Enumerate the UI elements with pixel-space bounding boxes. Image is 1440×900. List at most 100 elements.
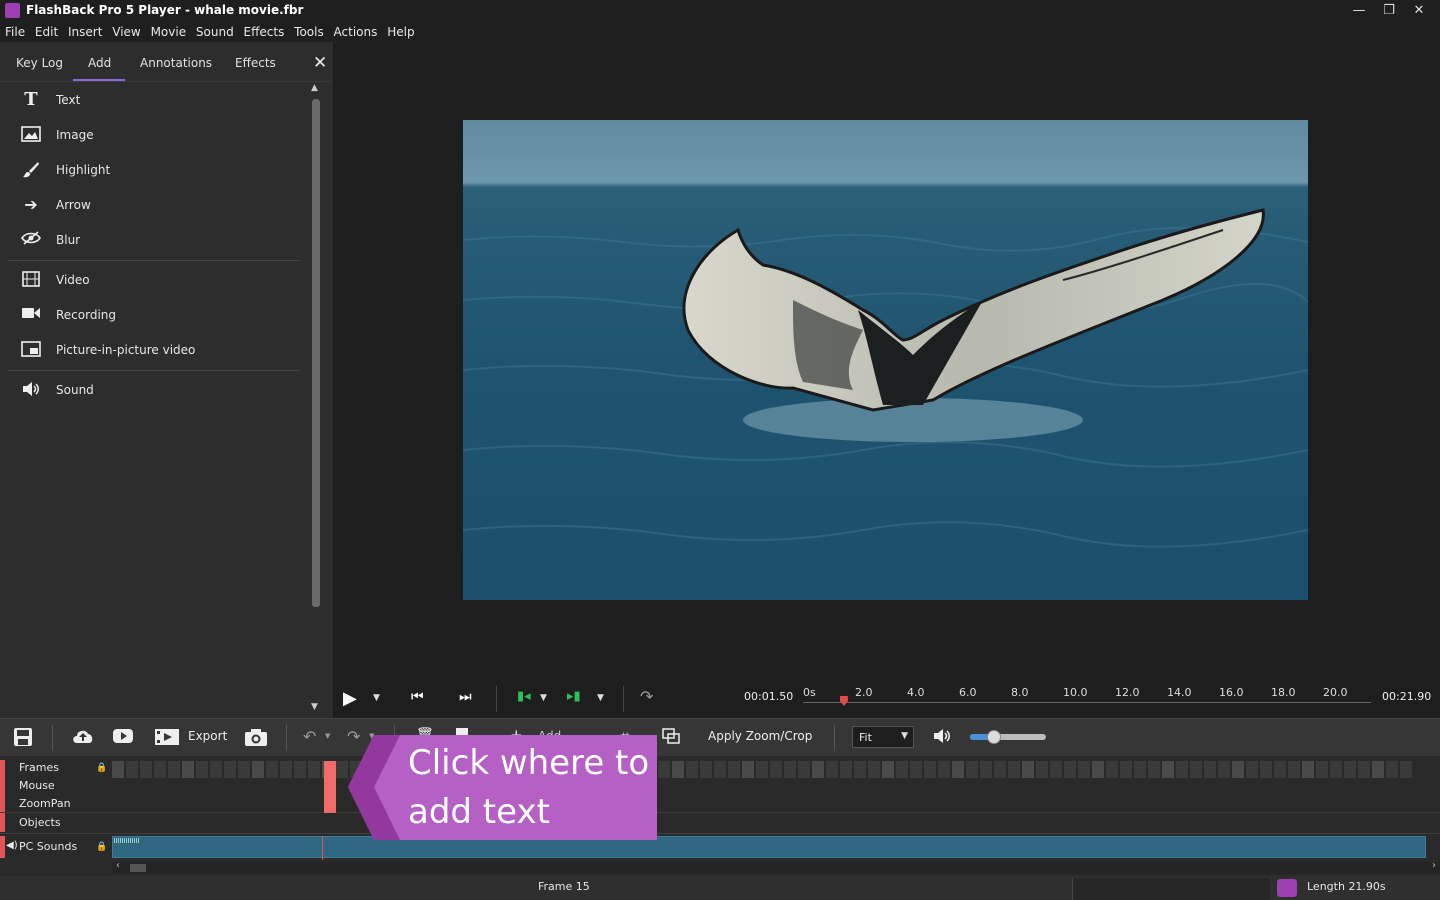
- scroll-down-icon[interactable]: ▼: [311, 702, 318, 712]
- menu-effects[interactable]: Effects: [241, 23, 288, 39]
- tab-effects[interactable]: Effects: [235, 56, 276, 70]
- current-frame-marker[interactable]: [324, 761, 336, 813]
- export-icon[interactable]: [154, 727, 180, 750]
- frame-cell[interactable]: [1064, 761, 1076, 778]
- frame-cell[interactable]: [1358, 761, 1370, 778]
- add-text-item[interactable]: T Text: [20, 83, 300, 117]
- menu-file[interactable]: File: [2, 23, 28, 39]
- frame-cell[interactable]: [210, 761, 222, 778]
- frame-cell[interactable]: [182, 761, 194, 778]
- frame-cell[interactable]: [840, 761, 852, 778]
- frame-cell[interactable]: [1288, 761, 1300, 778]
- frame-cell[interactable]: [1204, 761, 1216, 778]
- frame-cell[interactable]: [1330, 761, 1342, 778]
- frame-cell[interactable]: [224, 761, 236, 778]
- mark-in-icon[interactable]: ▮◂: [517, 689, 531, 704]
- frames-track[interactable]: [112, 761, 1426, 778]
- scrollbar-thumb[interactable]: [312, 99, 320, 607]
- panel-scrollbar[interactable]: ▲ ▼: [310, 83, 322, 715]
- frame-cell[interactable]: [938, 761, 950, 778]
- frame-cell[interactable]: [952, 761, 964, 778]
- restore-icon[interactable]: ❐: [1374, 0, 1404, 22]
- play-icon[interactable]: ▶: [343, 688, 357, 709]
- frame-cell[interactable]: [700, 761, 712, 778]
- frame-cell[interactable]: [1022, 761, 1034, 778]
- scrollbar-thumb[interactable]: [130, 864, 146, 872]
- menu-view[interactable]: View: [109, 23, 143, 39]
- frame-cell[interactable]: [1274, 761, 1286, 778]
- frame-cell[interactable]: [1036, 761, 1048, 778]
- frame-cell[interactable]: [1190, 761, 1202, 778]
- mark-out-chevron-icon[interactable]: ▼: [597, 693, 604, 703]
- timeline-scrollbar[interactable]: ‹ ›: [112, 860, 1440, 874]
- frame-cell[interactable]: [826, 761, 838, 778]
- zoom-region-icon[interactable]: [662, 728, 680, 747]
- frame-cell[interactable]: [112, 761, 124, 778]
- skip-to-end-icon[interactable]: ⏭: [459, 689, 472, 705]
- undo-icon[interactable]: ↶: [303, 727, 316, 746]
- lock-icon[interactable]: 🔒: [96, 842, 107, 852]
- mark-out-icon[interactable]: ▸▮: [567, 689, 581, 704]
- frame-cell[interactable]: [1344, 761, 1356, 778]
- frame-cell[interactable]: [252, 761, 264, 778]
- frame-cell[interactable]: [1106, 761, 1118, 778]
- frame-cell[interactable]: [784, 761, 796, 778]
- video-frame[interactable]: [463, 120, 1308, 600]
- frame-cell[interactable]: [308, 761, 320, 778]
- undo-chevron-icon[interactable]: ▼: [325, 732, 330, 740]
- frame-cell[interactable]: [1078, 761, 1090, 778]
- skip-to-start-icon[interactable]: ⏮: [411, 689, 424, 705]
- frame-cell[interactable]: [1162, 761, 1174, 778]
- frame-cell[interactable]: [168, 761, 180, 778]
- menu-movie[interactable]: Movie: [148, 23, 190, 39]
- export-button[interactable]: Export: [188, 729, 227, 743]
- menu-insert[interactable]: Insert: [65, 23, 105, 39]
- frame-cell[interactable]: [1302, 761, 1314, 778]
- frame-cell[interactable]: [266, 761, 278, 778]
- timeline-ruler[interactable]: 0s 2.0 4.0 6.0 8.0 10.0 12.0 14.0 16.0 18.0 20.0: [803, 678, 1371, 718]
- menu-actions[interactable]: Actions: [331, 23, 381, 39]
- frame-cell[interactable]: [1372, 761, 1384, 778]
- save-icon[interactable]: [13, 727, 33, 750]
- menu-help[interactable]: Help: [384, 23, 417, 39]
- tab-annotations[interactable]: Annotations: [140, 56, 212, 70]
- frame-cell[interactable]: [868, 761, 880, 778]
- menu-sound[interactable]: Sound: [193, 23, 237, 39]
- apply-zoom-crop-button[interactable]: Apply Zoom/Crop: [708, 729, 812, 743]
- frame-cell[interactable]: [980, 761, 992, 778]
- frame-cell[interactable]: [742, 761, 754, 778]
- youtube-icon[interactable]: [112, 728, 134, 747]
- frame-cell[interactable]: [1260, 761, 1272, 778]
- frame-cell[interactable]: [1176, 761, 1188, 778]
- frame-cell[interactable]: [140, 761, 152, 778]
- frame-cell[interactable]: [1246, 761, 1258, 778]
- frame-cell[interactable]: [1386, 761, 1398, 778]
- frame-cell[interactable]: [1316, 761, 1328, 778]
- frame-cell[interactable]: [1400, 761, 1412, 778]
- frame-cell[interactable]: [770, 761, 782, 778]
- minimize-icon[interactable]: —: [1344, 0, 1374, 22]
- loop-icon[interactable]: ↷: [640, 687, 653, 706]
- frame-cell[interactable]: [1008, 761, 1020, 778]
- frame-cell[interactable]: [1148, 761, 1160, 778]
- frame-cell[interactable]: [1218, 761, 1230, 778]
- mark-in-chevron-icon[interactable]: ▼: [540, 693, 547, 703]
- frame-cell[interactable]: [686, 761, 698, 778]
- speaker-icon[interactable]: ◀): [6, 840, 18, 851]
- frame-cell[interactable]: [1120, 761, 1132, 778]
- play-options-chevron-icon[interactable]: ▼: [373, 693, 380, 703]
- frame-cell[interactable]: [126, 761, 138, 778]
- volume-icon[interactable]: [933, 728, 953, 747]
- pc-sounds-clip[interactable]: [112, 836, 1426, 858]
- frame-cell[interactable]: [672, 761, 684, 778]
- frame-cell[interactable]: [280, 761, 292, 778]
- frame-cell[interactable]: [1092, 761, 1104, 778]
- frame-cell[interactable]: [896, 761, 908, 778]
- tab-key-log[interactable]: Key Log: [16, 56, 63, 70]
- add-highlight-item[interactable]: Highlight: [20, 153, 300, 187]
- frame-cell[interactable]: [966, 761, 978, 778]
- frame-cell[interactable]: [798, 761, 810, 778]
- add-blur-item[interactable]: Blur: [20, 223, 300, 257]
- frame-cell[interactable]: [336, 761, 348, 778]
- frame-cell[interactable]: [714, 761, 726, 778]
